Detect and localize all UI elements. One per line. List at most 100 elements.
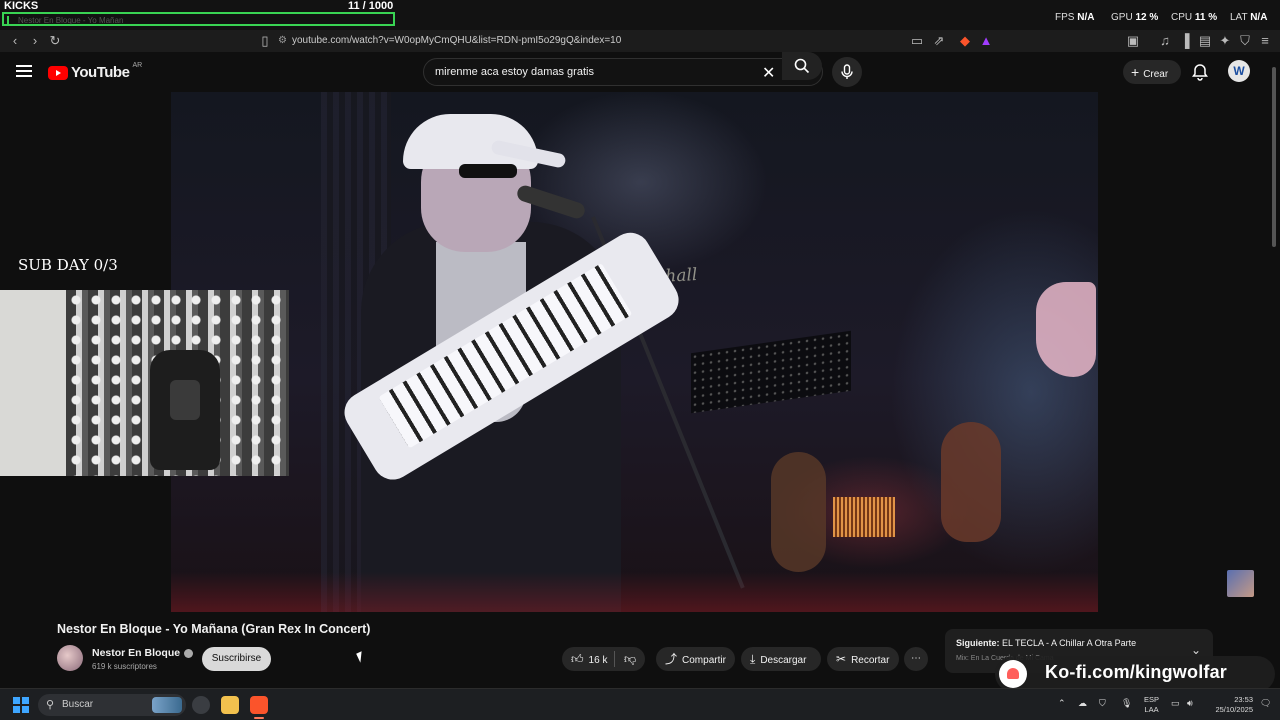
guide-menu-icon[interactable] <box>16 65 32 77</box>
search-highlight-art <box>152 697 182 713</box>
search-icon: ⚲ <box>46 699 55 711</box>
clear-search-icon[interactable]: ✕ <box>762 63 775 83</box>
search-icon <box>794 58 810 74</box>
taskbar-search-placeholder: Buscar <box>62 699 94 710</box>
forward-icon[interactable]: › <box>27 33 43 49</box>
music-stand <box>691 330 851 414</box>
stage-prop <box>1036 282 1096 377</box>
microphone-icon <box>841 64 853 79</box>
search-box[interactable]: mirenme aca estoy damas gratis ✕ <box>423 58 823 86</box>
download-icon: ⤓ <box>750 652 756 666</box>
menu-icon[interactable]: ≡ <box>1257 33 1273 49</box>
bookmark-icon[interactable]: ▯ <box>257 33 273 49</box>
performer-sunglasses <box>459 164 517 178</box>
network-icon[interactable]: ▭ <box>1171 698 1180 709</box>
youtube-play-icon <box>48 65 68 80</box>
url-text: youtube.com/watch?v=W0opMyCmQHU&list=RDN… <box>292 35 622 46</box>
stage-light <box>833 497 895 537</box>
kofi-overlay: Ko-fi.com/kingwolfar <box>995 656 1275 692</box>
windows-taskbar: ⚲ Buscar ⌃ ☁ ⛉ 🎙︎ ESP LAA ▭ 🔊︎ 23:53 25/10… <box>0 688 1280 720</box>
fps-readout: FPS N/A <box>1055 12 1095 23</box>
back-icon[interactable]: ‹ <box>7 33 23 49</box>
brave-browser-icon[interactable] <box>250 696 268 719</box>
share-button[interactable]: ⤴ Compartir <box>656 647 735 671</box>
kicks-progress-bar: Nestor En Bloque - Yo Mañan <box>2 12 395 26</box>
taskbar-search[interactable]: ⚲ Buscar <box>38 694 186 716</box>
address-bar[interactable]: ⚙ youtube.com/watch?v=W0opMyCmQHU&list=RD… <box>278 33 998 49</box>
onedrive-icon[interactable]: ☁ <box>1078 698 1087 709</box>
performer-cap <box>403 114 538 169</box>
screenshot-icon[interactable]: ▣ <box>1125 33 1141 49</box>
more-actions-button[interactable]: ⋯ <box>904 647 928 671</box>
search-input[interactable]: mirenme aca estoy damas gratis <box>435 66 594 78</box>
microphone-tray-icon[interactable]: 🎙︎ <box>1121 698 1132 709</box>
stream-overlay-strip: KICKS Nestor En Bloque - Yo Mañan 11 / 1… <box>0 0 1280 30</box>
subscribe-button[interactable]: Suscribirse <box>202 647 271 671</box>
gaming-chair <box>150 350 220 470</box>
channel-name[interactable]: Nestor En Bloque <box>92 647 194 659</box>
mouse-cursor <box>356 651 366 663</box>
video-player[interactable]: Marshall <box>171 92 1098 612</box>
system-clock[interactable]: 23:53 25/10/2025 <box>1207 695 1253 715</box>
cpu-readout: CPU 11 % <box>1171 12 1218 23</box>
show-hidden-icons[interactable]: ⌃ <box>1058 698 1066 709</box>
channel-avatar[interactable] <box>57 645 83 671</box>
sidebar-icon[interactable]: ▐ <box>1177 33 1193 49</box>
logo-text: YouTube <box>71 64 130 81</box>
media-icon[interactable]: ♫ <box>1157 33 1173 49</box>
task-view-icon[interactable] <box>192 696 210 714</box>
like-divider <box>614 651 615 667</box>
like-count: 16 k <box>588 655 608 666</box>
chevron-down-icon[interactable]: ⌄ <box>1191 643 1201 657</box>
defender-icon[interactable]: ⛉ <box>1099 698 1106 709</box>
like-button[interactable]: 👍︎ 16 k <box>562 652 608 666</box>
voice-search-button[interactable] <box>832 57 862 87</box>
volume-icon[interactable]: 🔊︎ <box>1187 698 1193 709</box>
country-code: AR <box>132 62 143 69</box>
dislike-button[interactable]: 👎︎ <box>622 647 641 673</box>
kicks-progress-fill <box>7 16 9 24</box>
site-info-icon[interactable]: ⚙ <box>278 33 292 49</box>
scrollbar-thumb[interactable] <box>1272 67 1276 247</box>
cast-icon[interactable]: ▭ <box>909 33 925 49</box>
notifications-icon[interactable]: 🗨︎ <box>1260 698 1271 709</box>
share-page-icon[interactable]: ⇗ <box>931 33 947 49</box>
ghost-tab-title: Nestor En Bloque - Yo Mañan <box>18 16 124 25</box>
subscriber-count: 619 k suscriptores <box>92 662 157 671</box>
search-button[interactable] <box>782 52 822 80</box>
mini-thumbnail[interactable] <box>1227 570 1254 597</box>
share-icon: ⤴ <box>665 652 678 666</box>
thumbs-up-icon: 👍︎ <box>571 652 584 666</box>
create-button[interactable]: + Crear <box>1123 60 1181 84</box>
verified-icon <box>184 648 194 658</box>
sub-day-counter: SUB DAY 0/3 <box>18 256 118 274</box>
webcam-wall <box>0 290 70 476</box>
more-icon: ⋯ <box>911 653 921 664</box>
wallet-icon[interactable]: ▤ <box>1197 33 1213 49</box>
video-title: Nestor En Bloque - Yo Mañana (Gran Rex I… <box>57 622 371 636</box>
youtube-header: YouTube AR mirenme aca estoy damas grati… <box>0 52 1280 92</box>
brave-shields-icon[interactable]: ◆ <box>957 33 973 49</box>
scissors-icon: ✂ <box>836 652 847 666</box>
notifications-bell-icon[interactable] <box>1190 62 1210 82</box>
up-next-title: Siguiente: EL TECLA - A Chillar A Otra P… <box>956 638 1137 648</box>
reload-icon[interactable]: ↻ <box>47 33 63 49</box>
youtube-logo[interactable]: YouTube AR <box>48 62 143 81</box>
kofi-cup-icon <box>999 660 1027 688</box>
page-scrollbar[interactable] <box>1270 55 1278 685</box>
electric-guitar <box>941 422 1001 542</box>
windows-start-icon[interactable] <box>13 697 29 713</box>
browser-toolbar: ‹ › ↻ ▯ ⚙ youtube.com/watch?v=W0opMyCmQHU… <box>0 30 1280 52</box>
thumbs-down-icon: 👎︎ <box>624 652 637 666</box>
plus-icon: + <box>1131 64 1140 80</box>
vpn-icon[interactable]: ⛉ <box>1237 33 1253 49</box>
brave-rewards-icon[interactable]: ▲ <box>978 33 994 49</box>
file-explorer-icon[interactable] <box>221 696 239 714</box>
kicks-count: 11 / 1000 <box>348 0 394 12</box>
download-button[interactable]: ⤓ Descargar <box>741 647 821 671</box>
input-language[interactable]: ESP LAA <box>1144 695 1159 715</box>
leo-ai-icon[interactable]: ✦ <box>1217 33 1233 49</box>
clip-button[interactable]: ✂ Recortar <box>827 647 899 671</box>
gpu-readout: GPU 12 % <box>1111 12 1159 23</box>
account-avatar[interactable]: W <box>1228 60 1250 82</box>
